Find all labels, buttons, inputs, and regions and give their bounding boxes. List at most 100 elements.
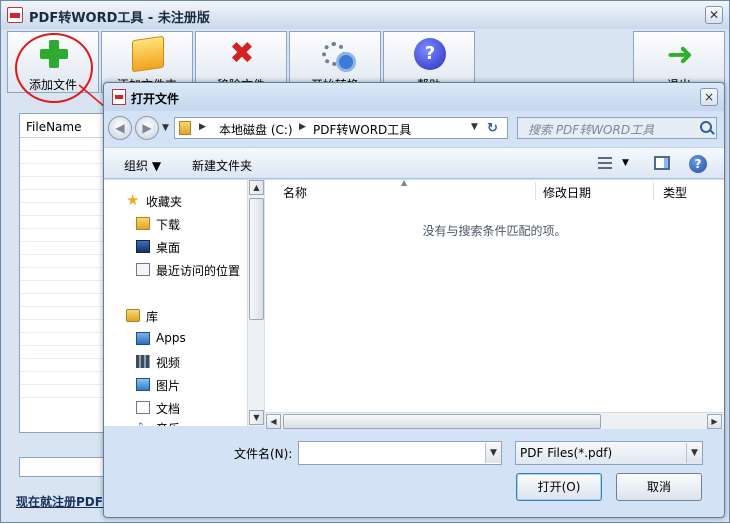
table-row: [20, 320, 108, 333]
table-row: [20, 281, 108, 294]
open-file-dialog: 打开文件 × ◀ ▶ ▼ ▶ 本地磁盘 (C:) ▶ PDF转WORD工具 ▼ …: [103, 82, 725, 518]
dialog-footer: 文件名(N): ▼ PDF Files(*.pdf) ▼ 打开(O) 取消: [104, 431, 724, 517]
pdf-app-icon: [112, 89, 126, 105]
gears-icon: [320, 38, 356, 72]
desktop-icon: [136, 240, 150, 253]
cancel-button[interactable]: 取消: [616, 473, 702, 501]
dialog-title-bar: 打开文件 ×: [104, 83, 724, 111]
column-header-name[interactable]: 名称: [283, 180, 307, 202]
dialog-title: 打开文件: [131, 92, 180, 106]
filename-column-header[interactable]: FileName: [20, 114, 108, 138]
folder-icon: [132, 35, 164, 73]
view-dropdown-icon[interactable]: ▼: [622, 158, 629, 168]
plus-icon: [38, 38, 70, 70]
file-type-value: PDF Files(*.pdf): [520, 446, 613, 460]
video-library-icon: [136, 355, 150, 368]
table-row: [20, 216, 108, 229]
search-icon[interactable]: [700, 121, 712, 133]
refresh-icon[interactable]: ↻: [487, 121, 503, 137]
search-input[interactable]: 搜索 PDF转WORD工具: [517, 117, 717, 139]
table-row: [20, 294, 108, 307]
empty-results-message: 没有与搜索条件匹配的项。: [422, 224, 567, 238]
nav-item-label: 下载: [156, 218, 181, 232]
search-placeholder: 搜索 PDF转WORD工具: [528, 123, 655, 137]
table-row: [20, 229, 108, 242]
back-button[interactable]: ◀: [108, 116, 132, 140]
register-link[interactable]: 现在就注册PDF: [16, 493, 103, 510]
downloads-folder-icon: [136, 217, 150, 230]
nav-pane-scrollbar[interactable]: ▲ ▼: [247, 180, 264, 426]
nav-item-label: 最近访问的位置: [156, 264, 241, 278]
nav-item-label: 视频: [156, 356, 181, 370]
sort-caret-icon: ▲: [401, 178, 408, 187]
column-separator[interactable]: [653, 182, 654, 200]
nav-library-label: 库: [146, 310, 159, 324]
table-row: [20, 372, 108, 385]
view-options-icon[interactable]: [598, 157, 612, 169]
help-icon[interactable]: ?: [689, 155, 707, 173]
nav-item-label: 图片: [156, 379, 181, 393]
scroll-left-button[interactable]: ◀: [266, 414, 281, 429]
nav-favorites-label: 收藏夹: [146, 195, 183, 209]
library-icon: [126, 309, 140, 322]
scroll-thumb[interactable]: [249, 198, 264, 320]
table-row: [20, 307, 108, 320]
table-row: [20, 164, 108, 177]
add-file-button[interactable]: 添加文件: [7, 31, 99, 93]
address-bar[interactable]: ▶ 本地磁盘 (C:) ▶ PDF转WORD工具 ▼: [174, 117, 508, 139]
open-button[interactable]: 打开(O): [516, 473, 602, 501]
column-header-type[interactable]: 类型: [663, 180, 687, 202]
nav-item-label: 音乐: [156, 420, 180, 426]
filename-history-dropdown[interactable]: ▼: [485, 443, 501, 463]
arrow-right-icon: ➜: [666, 35, 694, 73]
scroll-thumb[interactable]: [283, 414, 601, 429]
nav-item-label: 桌面: [156, 241, 181, 255]
breadcrumb-folder[interactable]: PDF转WORD工具: [313, 121, 411, 138]
dialog-close-button[interactable]: ×: [700, 88, 718, 106]
pictures-library-icon: [136, 378, 150, 391]
folder-icon: [179, 121, 191, 135]
add-file-label: 添加文件: [28, 78, 77, 92]
table-row: [20, 177, 108, 190]
address-history-dropdown[interactable]: ▼: [471, 122, 478, 132]
table-row: [20, 255, 108, 268]
column-separator[interactable]: [535, 182, 536, 200]
music-note-icon: ♪: [136, 421, 150, 427]
app-close-button[interactable]: ✕: [705, 6, 723, 24]
address-row: ◀ ▶ ▼ ▶ 本地磁盘 (C:) ▶ PDF转WORD工具 ▼ ↻ 搜索 PD…: [104, 113, 724, 143]
progress-field: [19, 457, 109, 477]
file-list-pane[interactable]: ▲ 名称 修改日期 类型 没有与搜索条件匹配的项。: [265, 178, 724, 426]
recent-places-icon: [136, 263, 150, 276]
organize-menu[interactable]: 组织 ▼: [124, 157, 161, 174]
app-title-bar: PDF转WORD工具 - 未注册版 ✕: [1, 1, 729, 29]
table-row: [20, 359, 108, 372]
nav-item-label: 文档: [156, 402, 181, 416]
breadcrumb-chevron-icon[interactable]: ▶: [299, 122, 306, 132]
scroll-right-button[interactable]: ▶: [707, 414, 722, 429]
forward-button[interactable]: ▶: [135, 116, 159, 140]
breadcrumb-chevron-icon[interactable]: ▶: [199, 122, 206, 132]
recent-pages-dropdown[interactable]: ▼: [162, 121, 172, 135]
file-list-table[interactable]: FileName: [19, 113, 109, 433]
preview-pane-icon[interactable]: [654, 156, 670, 170]
chevron-down-icon[interactable]: ▼: [686, 443, 702, 463]
delete-x-icon: ✖: [229, 36, 255, 71]
star-icon: ★: [126, 191, 140, 209]
table-row: [20, 333, 108, 346]
table-row: [20, 190, 108, 203]
file-type-select[interactable]: PDF Files(*.pdf) ▼: [515, 441, 703, 465]
command-bar: 组织 ▼ 新建文件夹 ▼ ?: [104, 147, 724, 179]
scroll-down-button[interactable]: ▼: [249, 410, 264, 425]
scroll-up-button[interactable]: ▲: [249, 180, 264, 195]
filename-input[interactable]: ▼: [298, 441, 502, 465]
table-row: [20, 203, 108, 216]
navigation-pane: ★ 收藏夹 下载 桌面 最近访问的位置 库 Apps 视频 图片 文档: [104, 180, 264, 426]
new-folder-button[interactable]: 新建文件夹: [192, 157, 252, 174]
breadcrumb-drive[interactable]: 本地磁盘 (C:): [219, 121, 293, 138]
nav-item-label: Apps: [156, 331, 186, 345]
table-row: [20, 151, 108, 164]
apps-library-icon: [136, 332, 150, 345]
column-header-modified[interactable]: 修改日期: [543, 180, 591, 202]
file-pane-hscrollbar[interactable]: ◀ ▶: [265, 412, 724, 429]
table-row: [20, 242, 108, 255]
